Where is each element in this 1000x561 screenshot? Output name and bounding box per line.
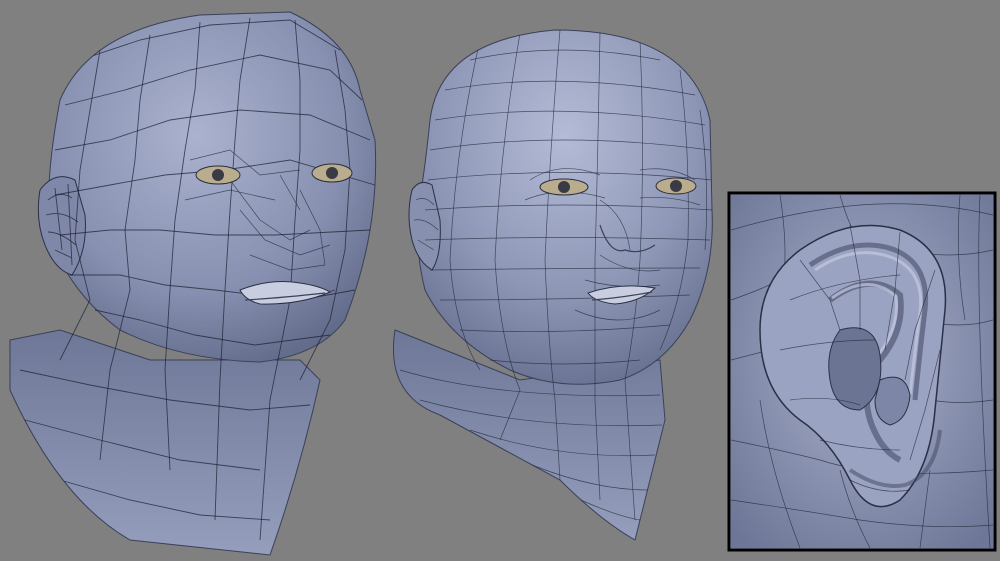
ear-closeup-inset <box>727 191 997 552</box>
subdivided-head-mesh <box>393 29 713 541</box>
render-viewport <box>9 11 997 556</box>
low-poly-head-mesh <box>9 11 377 556</box>
